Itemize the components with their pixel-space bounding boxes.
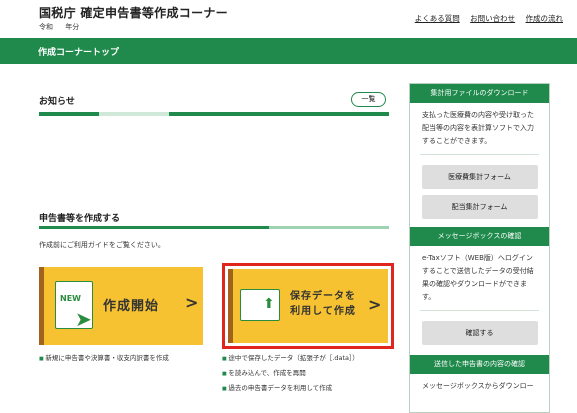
upload-arrow-icon: ⬆	[263, 296, 275, 312]
page-title: 作成コーナートップ	[38, 48, 120, 58]
list-item: を読み込んで、作成を再開	[222, 366, 359, 381]
notice-list-button[interactable]: 一覧	[351, 92, 386, 107]
nav-bar: 作成コーナートップ	[0, 38, 577, 64]
tax-year-row: 令和 年分	[39, 22, 89, 32]
sent-heading: 送信した申告書の内容の確認	[410, 355, 549, 374]
era-label: 令和	[39, 23, 53, 31]
messagebox-heading: メッセージボックスの確認	[410, 227, 549, 246]
chevron-right-icon: >	[185, 293, 199, 312]
start-create-button[interactable]: NEW ➤ 作成開始 >	[39, 267, 203, 345]
card-strip	[39, 267, 44, 345]
saved-data-create-button[interactable]: ⬆ 保存データを 利用して作成 >	[222, 263, 394, 349]
faq-link[interactable]: よくある質問	[415, 14, 460, 23]
confirm-button[interactable]: 確認する	[421, 321, 538, 345]
saved-data-label-line2: 利用して作成	[290, 306, 356, 317]
medical-form-button[interactable]: 医療費集計フォーム	[421, 165, 538, 189]
divider	[420, 310, 539, 311]
list-item: 途中で保存したデータ（拡張子が［.data］）	[222, 351, 358, 366]
guide-note: 作成前にご利用ガイドをご覧ください。	[39, 241, 165, 249]
divider	[420, 154, 539, 155]
saved-data-label-line1: 保存データを	[290, 291, 356, 302]
sent-description: メッセージボックスからダウンロー	[422, 382, 534, 390]
folder-upload-icon: ⬆	[240, 289, 280, 321]
messagebox-description: e-Taxソフト（WEB版）へログインすることで送信したデータの受付結果の確認や…	[422, 254, 534, 301]
site-header: 国税庁 確定申告書等作成コーナー 令和 年分 よくある質問 お問い合わせ 作成の…	[0, 0, 577, 38]
dividend-form-button[interactable]: 配当集計フォーム	[421, 195, 538, 219]
start-notes: 新規に申告書や決算書・収支内訳書を作成	[39, 351, 169, 366]
flow-link[interactable]: 作成の流れ	[526, 14, 564, 23]
start-create-label: 作成開始	[103, 299, 160, 314]
list-item: 過去の申告書データを利用して作成	[222, 381, 359, 396]
download-heading: 集計用ファイルのダウンロード	[410, 84, 549, 103]
list-item: 新規に申告書や決算書・収支内訳書を作成	[39, 351, 169, 366]
site-title: 国税庁 確定申告書等作成コーナー	[39, 6, 228, 20]
download-description: 支払った医療費の内容や受け取った配当等の内容を表計算ソフトで入力することができま…	[422, 111, 534, 145]
create-divider	[39, 226, 389, 229]
contact-link[interactable]: お問い合わせ	[470, 14, 515, 23]
notice-divider	[39, 112, 389, 116]
new-badge: NEW	[60, 294, 81, 303]
cursor-arrow-icon: ➤	[75, 307, 92, 331]
notice-heading: お知らせ	[39, 97, 75, 107]
saved-data-label: 保存データを 利用して作成	[290, 289, 356, 319]
chevron-right-icon: >	[368, 295, 382, 314]
sidebar: 集計用ファイルのダウンロード 支払った医療費の内容や受け取った配当等の内容を表計…	[409, 83, 550, 413]
saved-data-card-body: ⬆ 保存データを 利用して作成 >	[228, 269, 388, 343]
create-heading: 申告書等を作成する	[39, 214, 121, 224]
card-strip	[228, 269, 233, 343]
saved-data-notes: 途中で保存したデータ（拡張子が［.data］） を読み込んで、作成を再開 過去の…	[222, 351, 359, 396]
header-links: よくある質問 お問い合わせ 作成の流れ	[407, 13, 563, 24]
year-label: 年分	[65, 23, 80, 31]
